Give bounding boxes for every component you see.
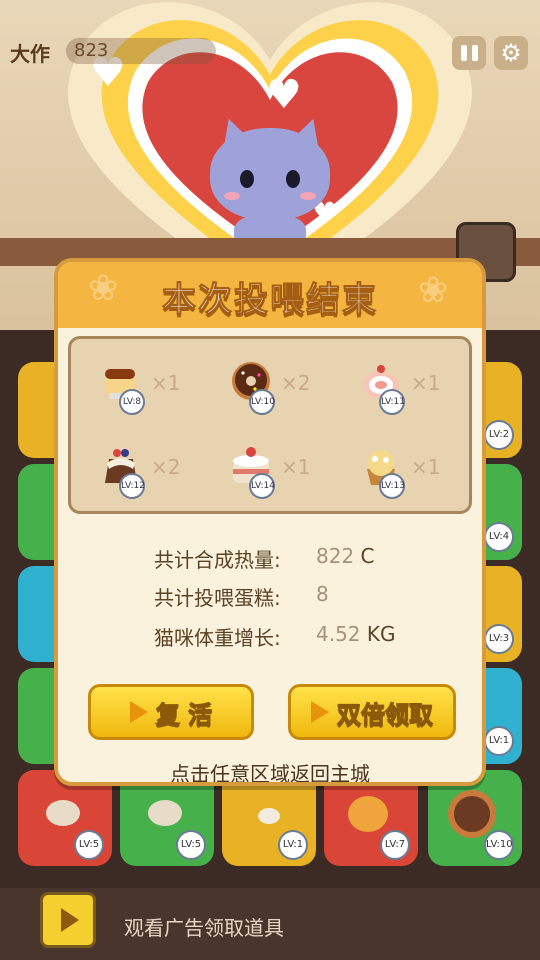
- double-reward-button[interactable]: 双倍领取: [288, 684, 456, 740]
- level-badge: LV:5: [74, 830, 104, 860]
- item-count: ×2: [151, 455, 181, 479]
- stat-label: 共计投喂蛋糕:: [154, 586, 281, 610]
- stat-calories: 共计合成热量: 822 C: [154, 544, 375, 573]
- settings-button[interactable]: ⚙: [494, 36, 528, 70]
- cat-blush: [300, 192, 316, 200]
- stat-label: 猫咪体重增长:: [154, 626, 281, 650]
- level-badge: LV:7: [380, 830, 410, 860]
- level-badge: LV:1: [484, 726, 514, 756]
- stat-unit: C: [360, 544, 375, 568]
- reward-item: ×2 LV:10: [229, 359, 349, 419]
- hud-label: 大作: [10, 42, 50, 66]
- reward-item: ×1 LV:13: [359, 443, 479, 503]
- play-icon: [129, 701, 148, 723]
- pause-button[interactable]: [452, 36, 486, 70]
- level-badge: LV:12: [119, 473, 145, 499]
- play-icon: [311, 701, 329, 723]
- cat-blush: [224, 192, 240, 200]
- stat-unit: KG: [366, 622, 396, 646]
- flour-icon: [258, 808, 280, 824]
- level-badge: LV:13: [379, 473, 405, 499]
- cat-character[interactable]: [210, 113, 331, 254]
- play-icon: [61, 908, 79, 932]
- hud-score: 823: [66, 38, 216, 64]
- rewards-panel: ×1 LV:8 ×2 LV:10 ×1 LV:11 ×2 LV:12 ×1 LV…: [68, 336, 472, 514]
- dialog-title: 本次投喂结束: [162, 280, 378, 321]
- level-badge: LV:4: [484, 522, 514, 552]
- item-count: ×1: [281, 455, 311, 479]
- cat-eye: [286, 170, 300, 188]
- item-count: ×1: [411, 371, 441, 395]
- watch-ad-button[interactable]: [40, 892, 96, 948]
- reward-item: ×1 LV:14: [229, 443, 349, 503]
- stat-cakes-fed: 共计投喂蛋糕: 8: [154, 582, 329, 611]
- item-count: ×1: [411, 455, 441, 479]
- level-badge: LV:10: [484, 830, 514, 860]
- dough-icon: [46, 800, 80, 826]
- heart-icon: ♥: [266, 72, 302, 118]
- donut-icon: [448, 790, 496, 838]
- stat-value: 4.52: [316, 622, 361, 646]
- gear-icon: ⚙: [500, 39, 522, 67]
- reward-item: ×2 LV:12: [99, 443, 219, 503]
- return-hint[interactable]: 点击任意区域返回主城: [58, 758, 482, 782]
- reward-item: ×1 LV:8: [99, 359, 219, 419]
- stat-value: 822: [316, 544, 355, 568]
- watch-ad-text[interactable]: 观看广告领取道具: [124, 912, 284, 941]
- stat-label: 共计合成热量:: [154, 548, 281, 572]
- cat-eye: [240, 170, 254, 188]
- pause-icon: [471, 45, 478, 61]
- stat-value: 8: [316, 582, 329, 606]
- level-badge: LV:11: [379, 389, 405, 415]
- level-badge: LV:3: [484, 624, 514, 654]
- reward-item: ×1 LV:11: [359, 359, 479, 419]
- double-reward-label: 双倍领取: [337, 700, 434, 729]
- cat-head: [210, 128, 330, 220]
- muffin-icon: [348, 796, 388, 832]
- pause-icon: [460, 45, 467, 61]
- item-count: ×1: [151, 371, 181, 395]
- dough-icon: [148, 800, 182, 826]
- stat-weight-gain: 猫咪体重增长: 4.52 KG: [154, 622, 396, 651]
- feeding-result-dialog[interactable]: ❀ ❀ 本次投喂结束 ×1 LV:8 ×2 LV:10 ×1 LV:11 ×2 …: [54, 258, 486, 786]
- level-badge: LV:8: [119, 389, 145, 415]
- level-badge: LV:1: [278, 830, 308, 860]
- revive-label: 复 活: [155, 700, 213, 729]
- level-badge: LV:14: [249, 473, 275, 499]
- level-badge: LV:2: [484, 420, 514, 450]
- level-badge: LV:5: [176, 830, 206, 860]
- revive-button[interactable]: 复 活: [88, 684, 254, 740]
- item-count: ×2: [281, 371, 311, 395]
- level-badge: LV:10: [249, 389, 275, 415]
